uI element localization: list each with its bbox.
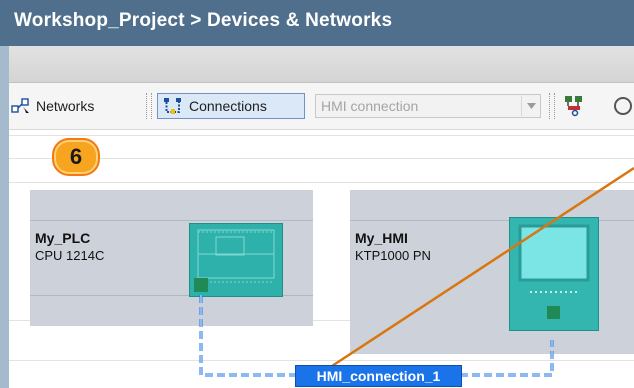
connection-type-dropdown[interactable]: HMI connection <box>315 94 541 118</box>
connections-icon <box>163 97 183 115</box>
connection-overlay <box>199 166 634 377</box>
networks-label: Networks <box>36 98 95 114</box>
tab-strip <box>9 46 634 83</box>
connections-label: Connections <box>189 98 267 114</box>
hmi-connection-label[interactable]: HMI_connection_1 <box>295 365 462 387</box>
networks-button[interactable]: Networks <box>11 95 94 117</box>
toolbar-separator <box>146 93 152 119</box>
network-overview-icon[interactable] <box>562 93 586 117</box>
toolbar-separator <box>549 93 555 119</box>
connections-button[interactable]: Connections <box>157 93 305 119</box>
connection-line-hmi-inner <box>460 340 553 376</box>
editor-toolbar: Networks Connections HMI connection <box>9 83 634 130</box>
network-canvas[interactable]: 6 My_PLC CPU 1214C My_HMI KTP1000 PN HMI… <box>9 130 634 388</box>
connection-line-hmi <box>460 340 554 377</box>
window-title: Workshop_Project > Devices & Networks <box>14 10 393 31</box>
connection-line-plc-inner <box>200 295 295 376</box>
chevron-down-icon[interactable] <box>521 96 540 116</box>
zoom-icon[interactable] <box>612 95 634 117</box>
title-bar: Workshop_Project > Devices & Networks <box>0 0 634 46</box>
callout-line <box>331 166 634 368</box>
connection-type-value: HMI connection <box>321 98 419 114</box>
editor-frame: Networks Connections HMI connection 6 My… <box>9 46 634 388</box>
networks-icon <box>11 98 31 114</box>
connection-line-plc <box>199 295 295 377</box>
